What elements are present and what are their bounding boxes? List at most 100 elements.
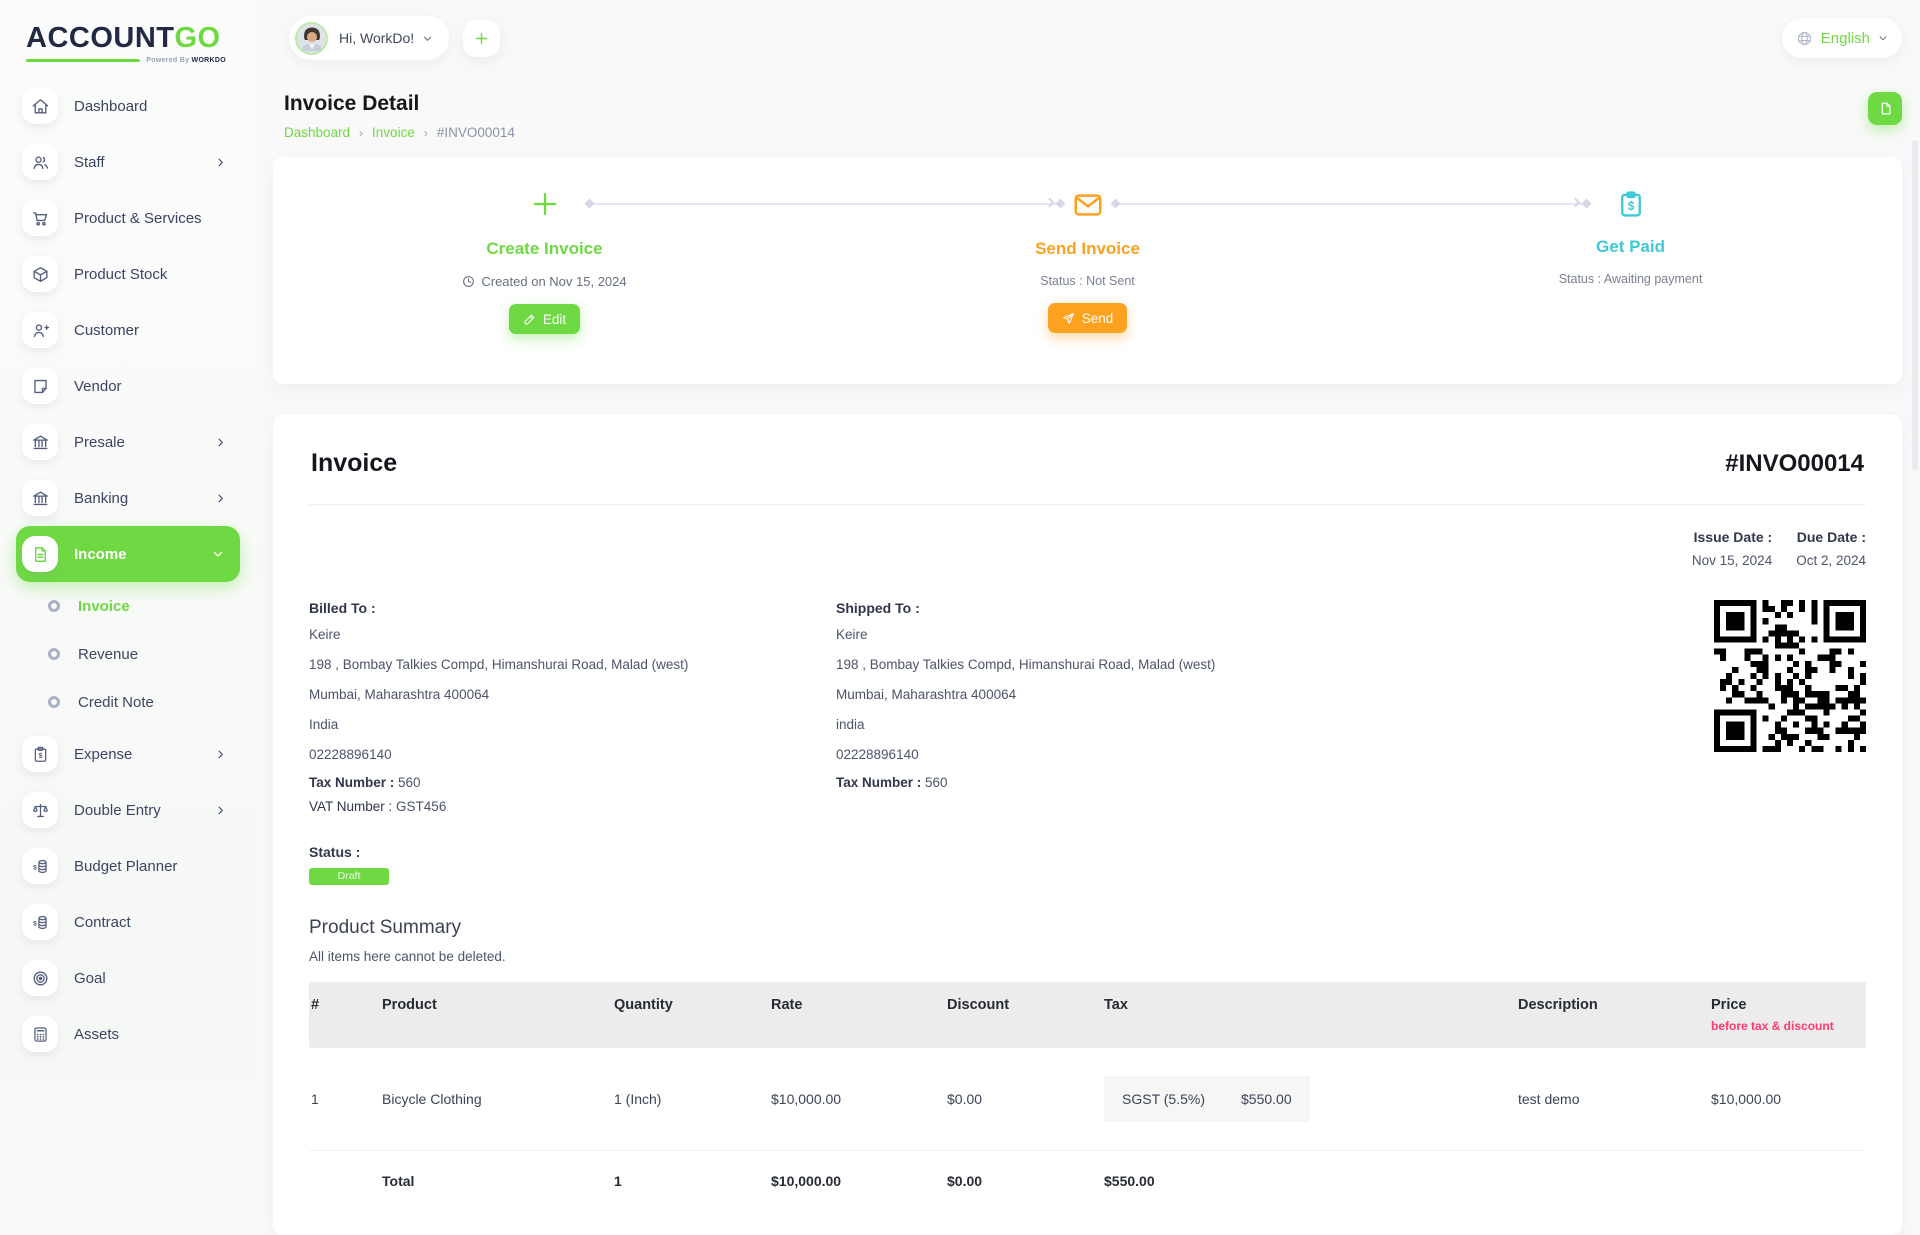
col-header-product: Product <box>380 982 612 1048</box>
step-status: Status : Not Sent <box>1040 274 1135 288</box>
invoice-progress-card: Create Invoice Created on Nov 15, 2024 E… <box>273 157 1902 384</box>
brand-name: ACCOUNT <box>26 22 175 54</box>
sidebar-item-product-services[interactable]: Product & Services <box>0 190 256 246</box>
page-title: Invoice Detail <box>284 92 515 116</box>
export-invoice-button[interactable] <box>1868 92 1902 125</box>
edit-invoice-button[interactable]: Edit <box>509 304 580 334</box>
col-header-quantity: Quantity <box>612 982 769 1048</box>
topbar: Hi, WorkDo! English <box>256 0 1920 70</box>
invoice-status: Status : Draft <box>309 844 1866 885</box>
coins-icon: $ <box>22 848 58 884</box>
total-label: Total <box>380 1150 612 1211</box>
col-header-rate: Rate <box>769 982 945 1048</box>
cell-discount: $0.00 <box>945 1048 1102 1151</box>
total-tax: $550.00 <box>1102 1150 1516 1211</box>
total-rate: $10,000.00 <box>769 1150 945 1211</box>
sidebar-item-goal[interactable]: Goal <box>0 950 256 1006</box>
sidebar-item-credit-note[interactable]: Credit Note <box>0 678 256 726</box>
sidebar-item-double-entry[interactable]: Double Entry <box>0 782 256 838</box>
svg-text:$: $ <box>38 752 42 760</box>
sidebar-item-revenue[interactable]: Revenue <box>0 630 256 678</box>
sidebar-item-label: Income <box>74 546 127 563</box>
sidebar-item-product-stock[interactable]: Product Stock <box>0 246 256 302</box>
col-header-description: Description <box>1516 982 1709 1048</box>
sidebar-item-label: Budget Planner <box>74 858 177 875</box>
step-status: Created on Nov 15, 2024 <box>462 274 626 289</box>
svg-text:$: $ <box>1627 199 1634 213</box>
coins-icon: $ <box>22 904 58 940</box>
progress-connector <box>588 203 1062 205</box>
brand-name-accent: GO <box>175 22 221 54</box>
users-icon <box>22 144 58 180</box>
sidebar-item-expense[interactable]: $ Expense <box>0 726 256 782</box>
due-date: Due Date : Oct 2, 2024 <box>1796 529 1866 568</box>
divider <box>309 504 1866 505</box>
bank-icon <box>22 480 58 516</box>
user-menu[interactable]: Hi, WorkDo! <box>289 16 449 60</box>
sidebar-item-presale[interactable]: Presale <box>0 414 256 470</box>
bullet-icon <box>48 648 60 660</box>
send-invoice-button[interactable]: Send <box>1048 303 1128 333</box>
breadcrumb-dashboard[interactable]: Dashboard <box>284 125 350 140</box>
sidebar-item-customer[interactable]: Customer <box>0 302 256 358</box>
mail-icon <box>1072 189 1104 221</box>
cart-icon <box>22 200 58 236</box>
col-header-discount: Discount <box>945 982 1102 1048</box>
breadcrumb: Dashboard › Invoice › #INVO00014 <box>284 125 515 140</box>
sidebar-item-label: Goal <box>74 970 106 987</box>
table-header-row: # Product Quantity Rate Discount Tax Des… <box>309 982 1866 1048</box>
cell-num: 1 <box>309 1048 380 1151</box>
sidebar-item-label: Banking <box>74 490 128 507</box>
sidebar-item-staff[interactable]: Staff <box>0 134 256 190</box>
table-total-row: Total 1 $10,000.00 $0.00 $550.00 <box>309 1150 1866 1211</box>
language-label: English <box>1821 30 1870 47</box>
scrollbar[interactable] <box>1912 140 1918 470</box>
status-badge: Draft <box>309 868 389 885</box>
file-icon <box>22 536 58 572</box>
chevron-right-icon <box>215 493 226 504</box>
chevron-right-icon <box>215 749 226 760</box>
breadcrumb-invoice[interactable]: Invoice <box>372 125 415 140</box>
add-workspace-button[interactable] <box>463 20 500 57</box>
invoice-qr-code <box>1714 600 1866 752</box>
invoice-detail-card: Invoice #INVO00014 Issue Date : Nov 15, … <box>273 415 1902 1235</box>
step-send-invoice: Send Invoice Status : Not Sent Send <box>816 189 1359 384</box>
greeting-label: Hi, WorkDo! <box>339 30 414 46</box>
col-header-num: # <box>309 982 380 1048</box>
sidebar-item-contract[interactable]: $ Contract <box>0 894 256 950</box>
sidebar-item-label: Staff <box>74 154 105 171</box>
sidebar-item-budget-planner[interactable]: $ Budget Planner <box>0 838 256 894</box>
col-header-price: Price before tax & discount <box>1709 982 1866 1048</box>
pencil-icon <box>523 313 536 326</box>
sidebar-item-dashboard[interactable]: Dashboard <box>0 78 256 134</box>
sidebar-item-label: Customer <box>74 322 139 339</box>
bank-icon <box>22 424 58 460</box>
step-title: Create Invoice <box>486 239 602 259</box>
cell-tax: SGST (5.5%) $550.00 <box>1102 1048 1516 1151</box>
product-summary-table: # Product Quantity Rate Discount Tax Des… <box>309 982 1866 1211</box>
sidebar-item-assets[interactable]: Assets <box>0 1006 256 1062</box>
sidebar-item-vendor[interactable]: Vendor <box>0 358 256 414</box>
price-note: before tax & discount <box>1711 1019 1866 1033</box>
breadcrumb-separator: › <box>359 126 363 140</box>
invoice-paid-icon: $ <box>1616 189 1646 219</box>
note-icon <box>22 368 58 404</box>
sidebar-item-banking[interactable]: Banking <box>0 470 256 526</box>
paper-plane-icon <box>1062 312 1075 325</box>
sidebar: ACCOUNTGO Powered By WORKDO Dashboard St… <box>0 0 256 1080</box>
language-selector[interactable]: English <box>1782 18 1902 58</box>
sidebar-item-invoice[interactable]: Invoice <box>0 582 256 630</box>
sidebar-item-income[interactable]: Income <box>16 526 240 582</box>
sidebar-item-label: Dashboard <box>74 98 147 115</box>
sidebar-item-label: Contract <box>74 914 131 931</box>
main-content: Invoice Detail Dashboard › Invoice › #IN… <box>256 70 1920 1080</box>
step-title: Send Invoice <box>1035 239 1140 259</box>
cell-quantity: 1 (Inch) <box>612 1048 769 1151</box>
brand-logo[interactable]: ACCOUNTGO Powered By WORKDO <box>0 0 226 64</box>
globe-icon <box>1796 30 1813 47</box>
svg-text:$: $ <box>33 920 37 927</box>
total-discount: $0.00 <box>945 1150 1102 1211</box>
sidebar-subitem-label: Credit Note <box>78 694 154 711</box>
plus-icon <box>530 189 560 219</box>
billed-to-block: Billed To : Keire 198 , Bombay Talkies C… <box>309 600 836 814</box>
